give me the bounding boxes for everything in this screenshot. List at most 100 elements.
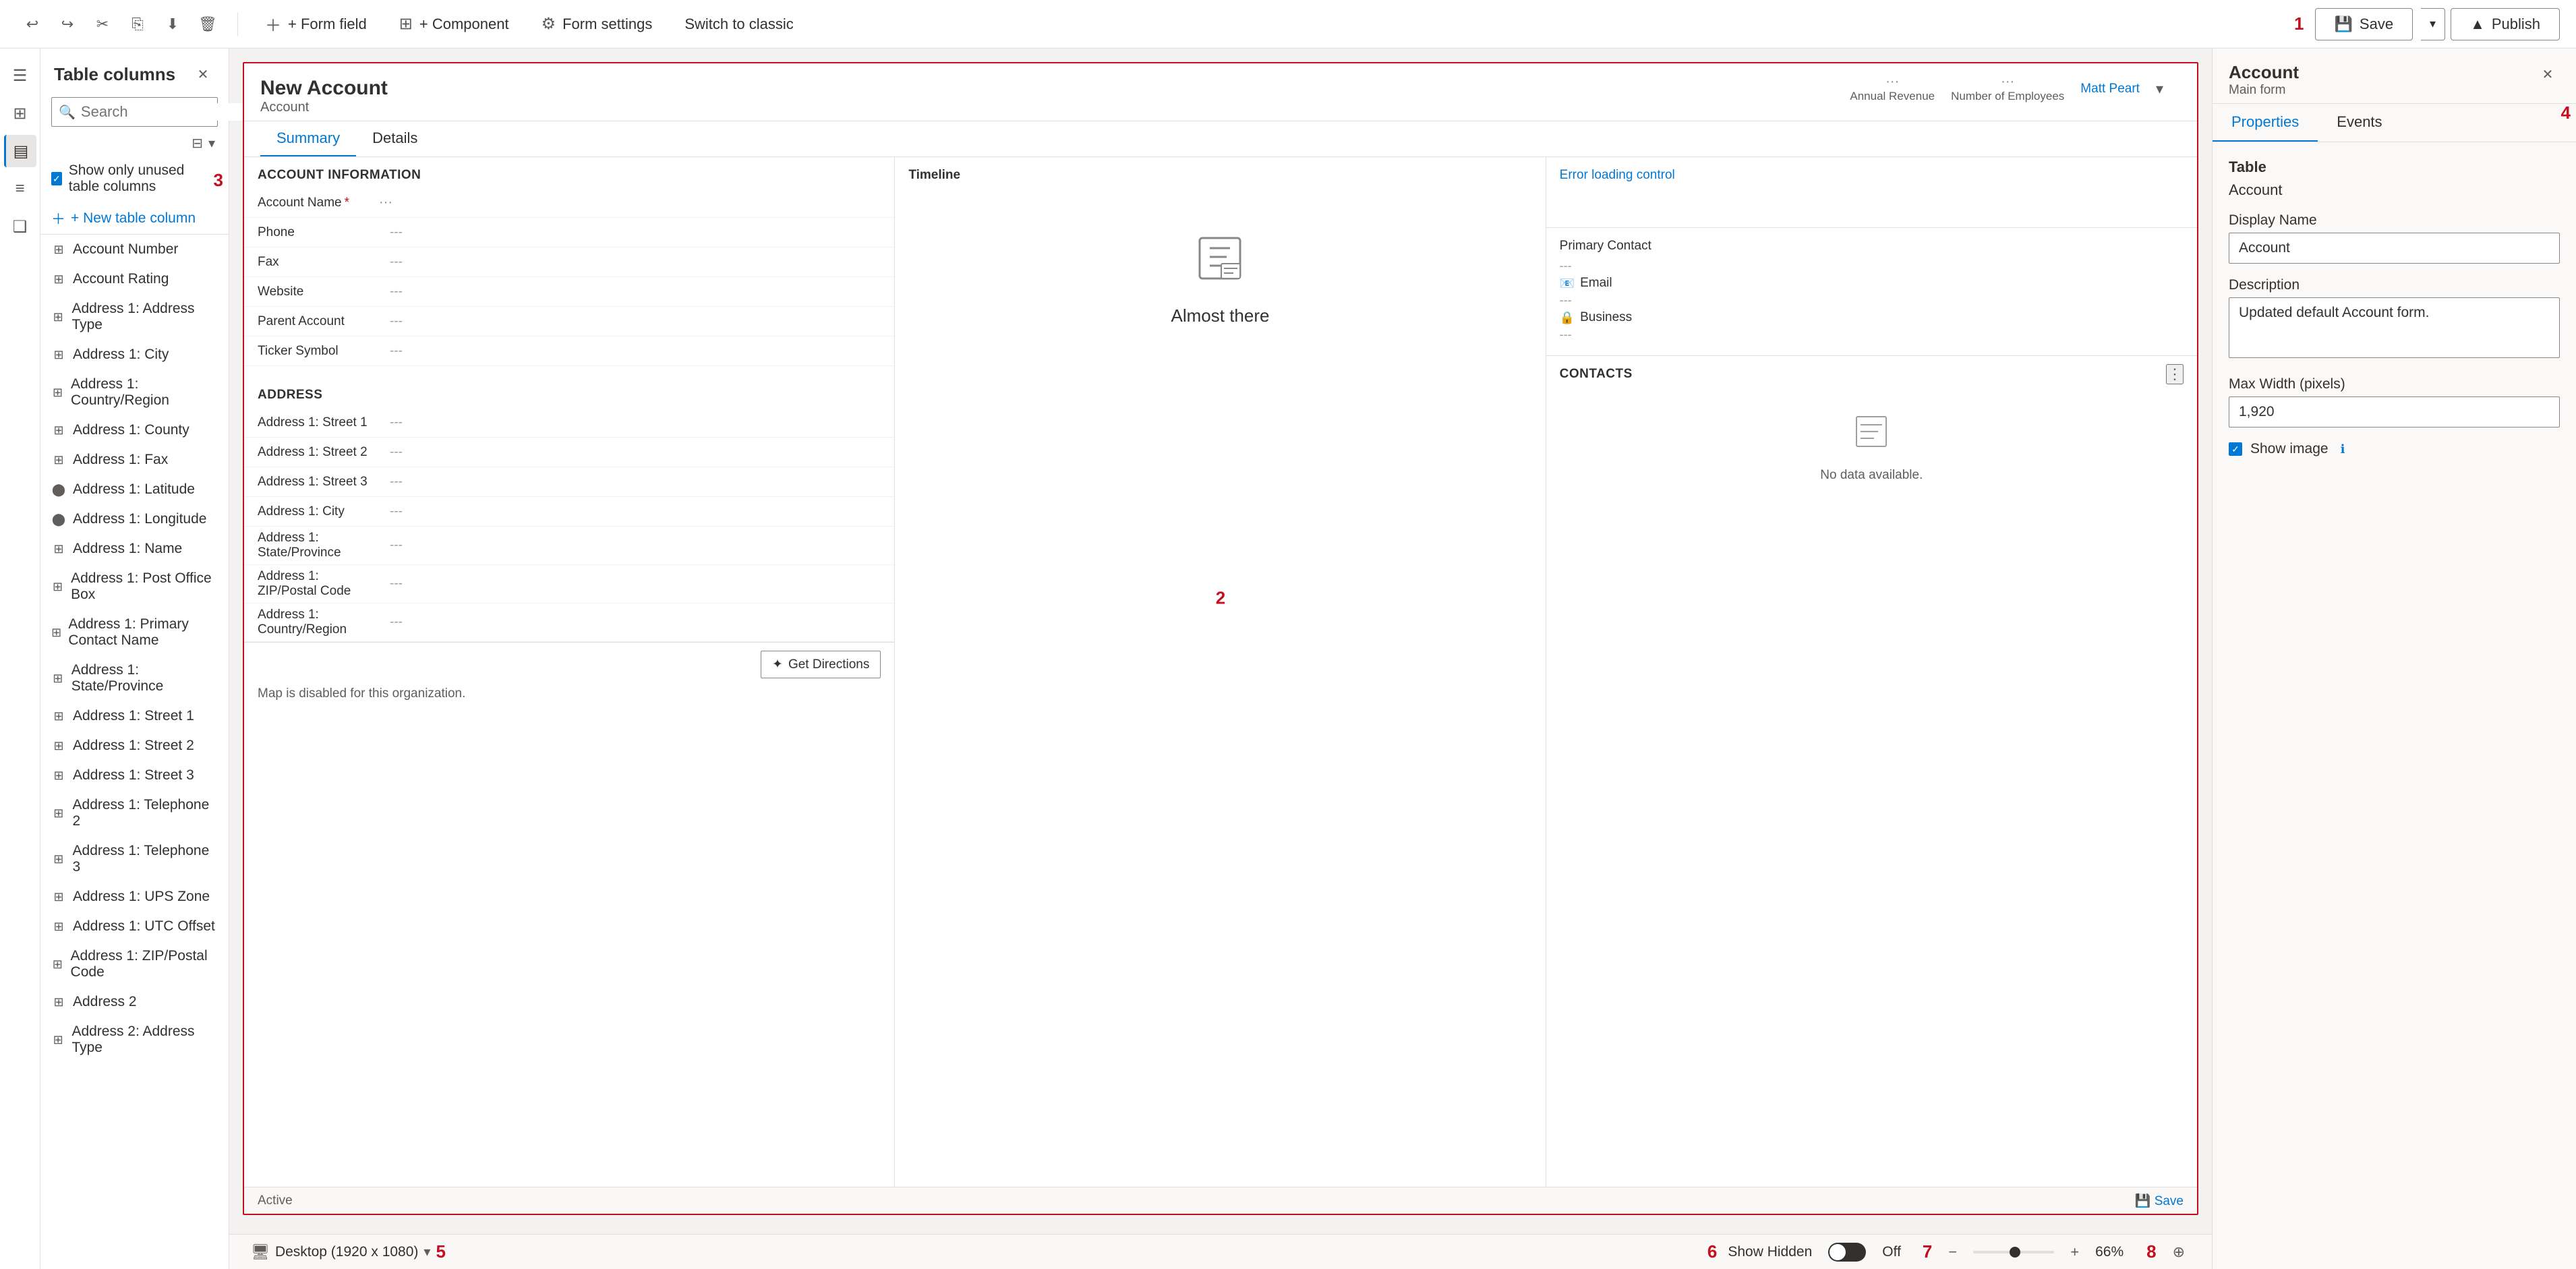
list-item[interactable]: ⊞ Address 1: City: [40, 340, 229, 370]
form-tabs: Summary Details: [244, 121, 2197, 157]
right-panel: 4 Account Main form ✕ Properties Events …: [2212, 49, 2576, 1269]
list-item[interactable]: ⊞ Address 1: Street 1: [40, 701, 229, 731]
column-grid-icon: ⊞: [51, 890, 66, 904]
cut-button[interactable]: ✂: [86, 8, 119, 40]
list-item[interactable]: ⊞ Address 1: Fax: [40, 445, 229, 475]
list-item[interactable]: ⊞ Address 1: ZIP/Postal Code: [40, 941, 229, 987]
list-item[interactable]: ⊞ Address 1: County: [40, 415, 229, 445]
close-right-panel-button[interactable]: ✕: [2536, 62, 2560, 86]
column-grid-icon: ⊞: [51, 709, 66, 724]
publish-button[interactable]: ▲ Publish: [2451, 8, 2560, 40]
column-name: Address 1: Longitude: [73, 511, 206, 527]
display-name-input[interactable]: [2229, 233, 2560, 264]
show-hidden-toggle[interactable]: [1828, 1243, 1866, 1262]
info-icon[interactable]: ℹ: [2341, 442, 2345, 456]
zoom-label: 66%: [2095, 1244, 2136, 1260]
column-grid-icon: ⊞: [51, 995, 66, 1009]
list-item[interactable]: ⊞ Address 1: UPS Zone: [40, 882, 229, 912]
save-icon-small: 💾: [2135, 1194, 2151, 1208]
list-item[interactable]: ⊞ Address 2: [40, 987, 229, 1017]
owner-name[interactable]: Matt Peart: [2080, 82, 2140, 96]
email-icon: 📧: [1560, 276, 1575, 291]
delete-button[interactable]: 🗑: [192, 8, 224, 40]
nav-menu-button[interactable]: ☰: [4, 59, 36, 92]
tab-properties[interactable]: Properties: [2213, 104, 2318, 142]
nav-home-button[interactable]: ⊞: [4, 97, 36, 129]
list-item[interactable]: ⊞ Address 1: Name: [40, 534, 229, 564]
undo-button[interactable]: ↩: [16, 8, 49, 40]
new-column-icon: ＋: [51, 208, 65, 229]
redo-button[interactable]: ↪: [51, 8, 84, 40]
list-item[interactable]: ⊞ Address 1: Primary Contact Name: [40, 610, 229, 655]
error-loading-control[interactable]: Error loading control: [1546, 157, 2197, 194]
copy-button[interactable]: ⎘: [121, 8, 154, 40]
email-value-row: ---: [1560, 293, 2184, 307]
description-textarea[interactable]: Updated default Account form.: [2229, 297, 2560, 358]
save-dropdown-button[interactable]: ▾: [2421, 8, 2445, 40]
unused-toggle-checkbox[interactable]: ✓: [51, 172, 62, 185]
list-item[interactable]: ⊞ Address 1: Telephone 2: [40, 790, 229, 836]
right-panel-title: Account: [2229, 62, 2299, 83]
list-item[interactable]: ⊞ Account Number: [40, 235, 229, 264]
table-value: Account: [2229, 181, 2560, 199]
zoom-minus-button[interactable]: −: [1943, 1241, 1962, 1264]
max-width-input[interactable]: [2229, 396, 2560, 427]
list-item[interactable]: ⊞ Address 1: Street 2: [40, 731, 229, 761]
desktop-icon: 🖥: [251, 1243, 270, 1261]
list-item[interactable]: ⊞ Address 1: UTC Offset: [40, 912, 229, 941]
filter-dropdown-button[interactable]: ▾: [206, 132, 218, 154]
show-image-label: Show image: [2250, 441, 2329, 457]
list-item[interactable]: ⊞ Address 2: Address Type: [40, 1017, 229, 1063]
list-item[interactable]: ⊞ Address 1: Street 3: [40, 761, 229, 790]
contacts-menu-button[interactable]: ⋮: [2166, 364, 2184, 384]
desktop-dropdown-button[interactable]: ▾: [423, 1243, 430, 1260]
list-item[interactable]: ⬤ Address 1: Latitude: [40, 475, 229, 504]
zoom-slider[interactable]: [1973, 1251, 2054, 1253]
toolbar-separator-1: [237, 12, 238, 36]
red-label-7: 7: [1923, 1241, 1932, 1262]
max-width-label: Max Width (pixels): [2229, 376, 2560, 392]
nav-layers-button[interactable]: ≡: [4, 173, 36, 205]
form-preview[interactable]: New Account Account ··· Annual Revenue ·…: [243, 62, 2198, 1215]
unused-toggle-row: ✓ Show only unused table columns: [40, 157, 229, 203]
paste-dropdown-button[interactable]: ⬇: [156, 8, 189, 40]
list-item[interactable]: ⊞ Address 1: Telephone 3: [40, 836, 229, 882]
nav-components-button[interactable]: ❑: [4, 210, 36, 243]
zoom-plus-button[interactable]: +: [2065, 1241, 2084, 1264]
column-grid-icon: ⊞: [51, 852, 66, 866]
field-row: Address 1: State/Province ---: [244, 527, 894, 565]
list-item[interactable]: ⊞ Address 1: Post Office Box: [40, 564, 229, 610]
close-panel-button[interactable]: ✕: [191, 62, 215, 86]
red-label-2: 2: [1216, 587, 1225, 608]
switch-classic-button[interactable]: Switch to classic: [671, 8, 807, 40]
save-button[interactable]: 💾 Save: [2315, 8, 2413, 40]
nav-form-button[interactable]: ▤: [4, 135, 36, 167]
component-button[interactable]: ⊞ + Component: [386, 8, 523, 40]
get-directions-button[interactable]: ✦ Get Directions: [761, 651, 881, 678]
column-grid-icon: ⊞: [51, 272, 66, 287]
column-grid-icon: ⊞: [51, 542, 66, 556]
tab-details[interactable]: Details: [356, 121, 434, 156]
header-expand-button[interactable]: ▾: [2156, 80, 2163, 98]
list-item[interactable]: ⊞ Account Rating: [40, 264, 229, 294]
column-name: Address 1: Street 2: [73, 738, 194, 754]
list-item[interactable]: ⊞ Address 1: Address Type: [40, 294, 229, 340]
list-item[interactable]: ⊞ Address 1: Country/Region: [40, 370, 229, 415]
new-column-button[interactable]: ＋ + New table column: [40, 203, 229, 234]
form-save-button[interactable]: 💾 Save: [2135, 1193, 2184, 1209]
contact-row: ---: [1560, 259, 2184, 273]
show-image-checkbox[interactable]: ✓: [2229, 442, 2242, 456]
filter-button[interactable]: ⊟: [189, 132, 206, 154]
list-item[interactable]: ⊞ Address 1: State/Province: [40, 655, 229, 701]
red-label-5: 5: [436, 1241, 445, 1262]
tab-summary[interactable]: Summary: [260, 121, 356, 156]
no-data-icon: [1851, 411, 1892, 460]
form-field-button[interactable]: ＋ + Form field: [252, 8, 380, 40]
fit-to-screen-button[interactable]: ⊕: [2167, 1241, 2190, 1264]
form-settings-button[interactable]: ⚙ Form settings: [528, 8, 666, 40]
form-header-row: New Account Account ··· Annual Revenue ·…: [260, 77, 2181, 115]
compass-icon: ✦: [772, 657, 783, 672]
status-active: Active: [258, 1193, 293, 1208]
list-item[interactable]: ⬤ Address 1: Longitude: [40, 504, 229, 534]
tab-events[interactable]: Events: [2318, 104, 2401, 142]
